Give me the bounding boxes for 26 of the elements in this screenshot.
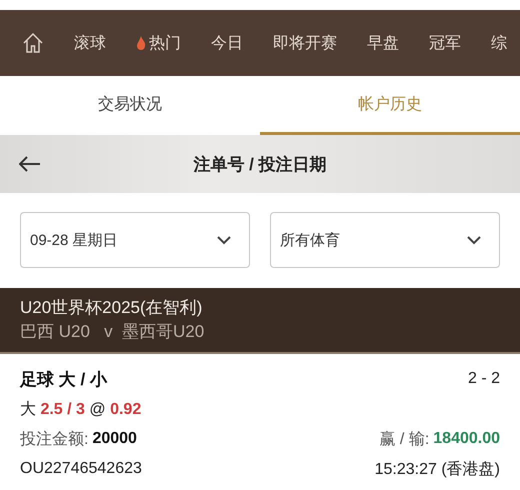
match-teams: 巴西 U20 v 墨西哥U20 xyxy=(20,321,206,343)
home-icon[interactable] xyxy=(22,32,44,54)
nav-item[interactable]: 早盘 xyxy=(367,32,399,54)
nav-item[interactable]: 今日 xyxy=(211,32,243,54)
dropdown-select[interactable]: 09-28 星期日 xyxy=(20,212,250,268)
nav-item[interactable]: 滚球 xyxy=(74,32,106,54)
bet-type: 足球 大 / 小 xyxy=(20,368,107,390)
nav-item[interactable]: 热门 xyxy=(136,32,181,54)
stake-label: 投注金额: xyxy=(20,430,88,450)
nav-item[interactable]: 冠军 xyxy=(429,32,461,54)
stake-amount: 20000 xyxy=(92,430,137,448)
header-title: 注单号 / 投注日期 xyxy=(192,154,328,176)
score: 2 - 2 xyxy=(468,370,500,388)
chevron-down-icon xyxy=(217,236,231,244)
dropdown-select[interactable]: 所有体育 xyxy=(270,212,500,268)
chevron-down-icon xyxy=(467,236,481,244)
league-name: U20世界杯2025(在智利) xyxy=(20,297,204,319)
bet-reference: OU22746542623 xyxy=(20,460,142,478)
win-loss-label: 赢 / 输: xyxy=(379,430,430,450)
nav-item[interactable]: 综 xyxy=(491,32,507,54)
back-arrow-icon[interactable] xyxy=(19,156,41,172)
win-loss-amount: 18400.00 xyxy=(433,430,500,448)
nav-item[interactable]: 即将开赛 xyxy=(273,32,337,54)
tab[interactable]: 交易状况 xyxy=(0,76,260,135)
bet-selection: 大 2.5 / 3 @ 0.92 xyxy=(20,400,142,420)
bet-time: 15:23:27 (香港盘) xyxy=(374,460,500,480)
